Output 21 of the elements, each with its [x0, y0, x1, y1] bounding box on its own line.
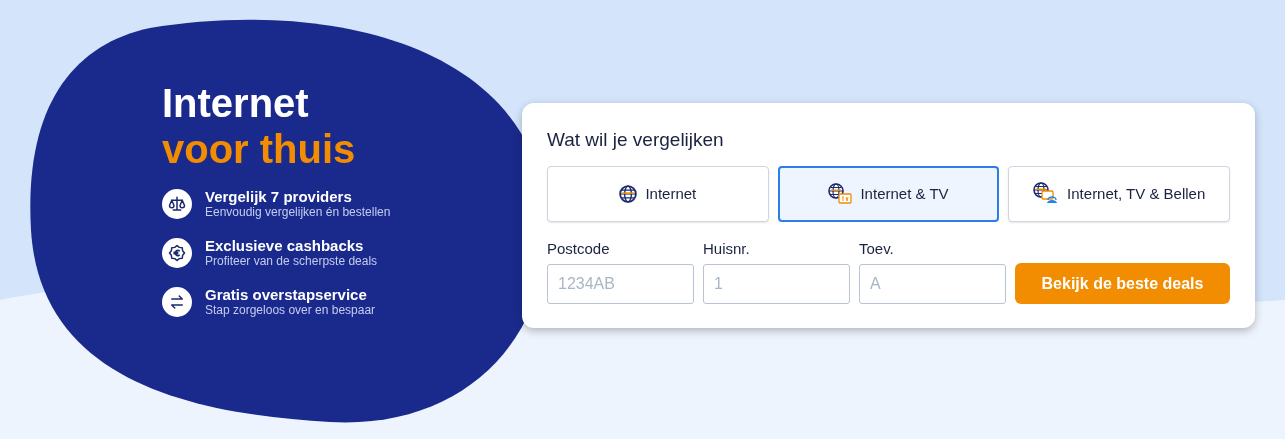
category-tab[interactable]: Internet [547, 166, 769, 222]
hero-title: Internet [162, 80, 310, 126]
field-label: Huisnr. [703, 240, 751, 258]
feature-subtitle: Stap zorgeloos over en bespaar [205, 303, 376, 318]
feature-title: Gratis overstapservice [205, 286, 368, 303]
address-input[interactable]: 1 [703, 264, 850, 304]
feature-subtitle: Eenvoudig vergelijken én bestellen [205, 205, 391, 220]
feature-title: Vergelijk 7 providers [205, 188, 353, 205]
field-label: Postcode [547, 240, 611, 258]
feature-subtitle: Profiteer van de scherpste deals [205, 254, 378, 269]
hero-subtitle: voor thuis [162, 126, 357, 172]
form-title: Wat wil je vergelijken [547, 128, 725, 152]
globe-tv-icon [828, 183, 853, 205]
address-input[interactable]: A [859, 264, 1006, 304]
category-tab[interactable]: Internet, TV & Bellen [1008, 166, 1230, 222]
globe-tv-phone-icon [1033, 182, 1060, 206]
field-label: Toev. [859, 240, 895, 258]
address-input[interactable]: 1234AB [547, 264, 694, 304]
globe-icon [619, 185, 638, 203]
category-tab[interactable]: Internet & TV [777, 166, 1000, 222]
feature-title: Exclusieve cashbacks [205, 237, 365, 254]
